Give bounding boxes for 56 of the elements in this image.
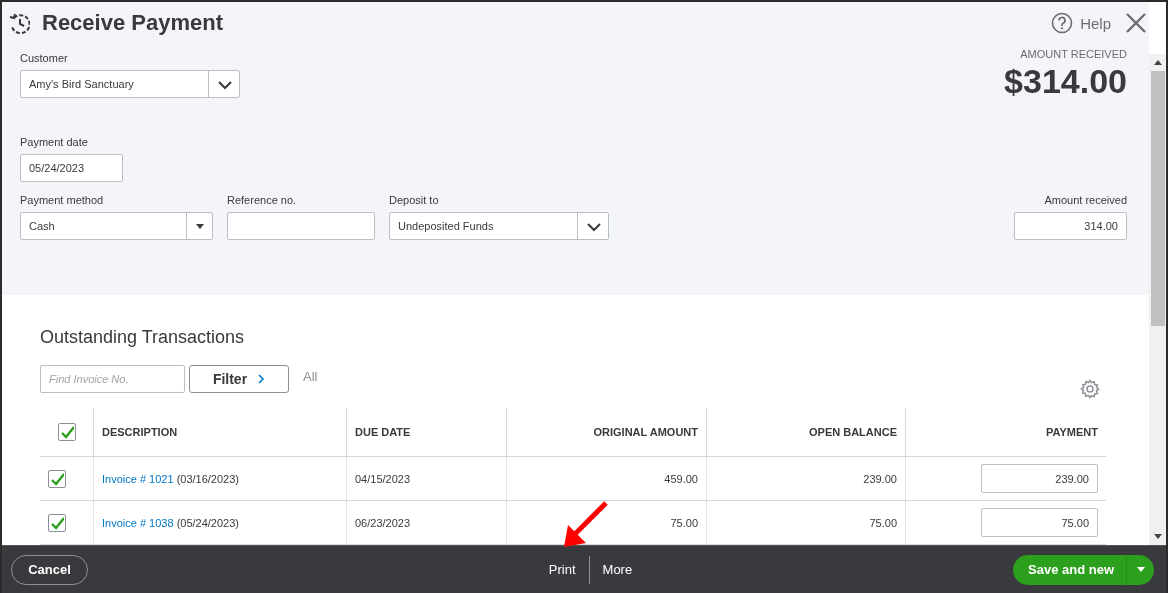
filter-button[interactable]: Filter [189,365,289,393]
settings-icon [1080,379,1100,399]
table-cell: 04/15/2023 [346,456,507,501]
column-header: OPEN BALANCE [706,408,906,457]
up-arrow-icon [1152,59,1163,66]
chevron-icon [257,374,266,384]
scrollbar[interactable] [1149,54,1166,545]
column-header: DUE DATE [346,408,507,457]
table-cell: 239.00 [706,456,906,501]
field-label: Amount received [1043,194,1127,206]
check-icon [50,515,64,530]
table-cell: 06/23/2023 [346,500,507,545]
input-field[interactable] [227,212,375,240]
search-field[interactable]: Find Invoice No. [40,365,185,393]
down-arrow-icon [1152,533,1163,540]
print-button[interactable]: Print [535,562,589,577]
help-icon [1051,12,1074,34]
close-button[interactable] [1125,12,1147,34]
dropdown-field[interactable]: Undeposited Funds [389,212,609,240]
invoice-link[interactable]: Invoice # 1038 [102,516,174,529]
caret-icon [194,222,205,230]
column-header: PAYMENT [905,408,1106,457]
field-label: Deposit to [389,194,440,206]
caret-icon [1135,566,1146,573]
invoice-date: (03/16/2023) [176,472,239,485]
check-icon [59,425,74,439]
invoice-link[interactable]: Invoice # 1021 [102,472,174,485]
amount-label: AMOUNT RECEIVED [1019,48,1127,60]
date-field[interactable]: 05/24/2023 [20,154,123,182]
amount-value: $314.00 [1004,62,1127,101]
dropdown-field[interactable]: Amy's Bird Sanctuary [20,70,240,98]
field-label: Payment date [20,136,89,148]
amount-field[interactable]: 314.00 [1014,212,1127,240]
table-cell: 459.00 [506,456,707,501]
field-label: Payment method [20,194,105,206]
checkbox[interactable] [48,513,66,532]
more-button[interactable]: More [589,562,646,577]
filter-value: All [303,369,318,384]
dropdown-field[interactable]: Cash [20,212,213,240]
help-button[interactable]: Help [1051,12,1111,34]
field-label: Reference no. [227,194,298,206]
check-icon [50,471,64,486]
table-cell: 75.00 [706,500,906,545]
checkbox[interactable] [57,423,76,441]
field-label: Customer [20,52,69,64]
section-title: Outstanding Transactions [40,327,246,348]
column-header: DESCRIPTION [93,408,347,457]
annotation-arrow [564,501,608,549]
column-header: ORIGINAL AMOUNT [506,408,707,457]
payment-field[interactable]: 75.00 [981,508,1098,537]
checkbox[interactable] [48,469,66,488]
payment-field[interactable]: 239.00 [981,464,1098,493]
window-title: Receive Payment [42,10,223,36]
close-icon [1125,12,1147,34]
invoice-date: (05/24/2023) [176,516,239,529]
history-icon [8,12,30,34]
